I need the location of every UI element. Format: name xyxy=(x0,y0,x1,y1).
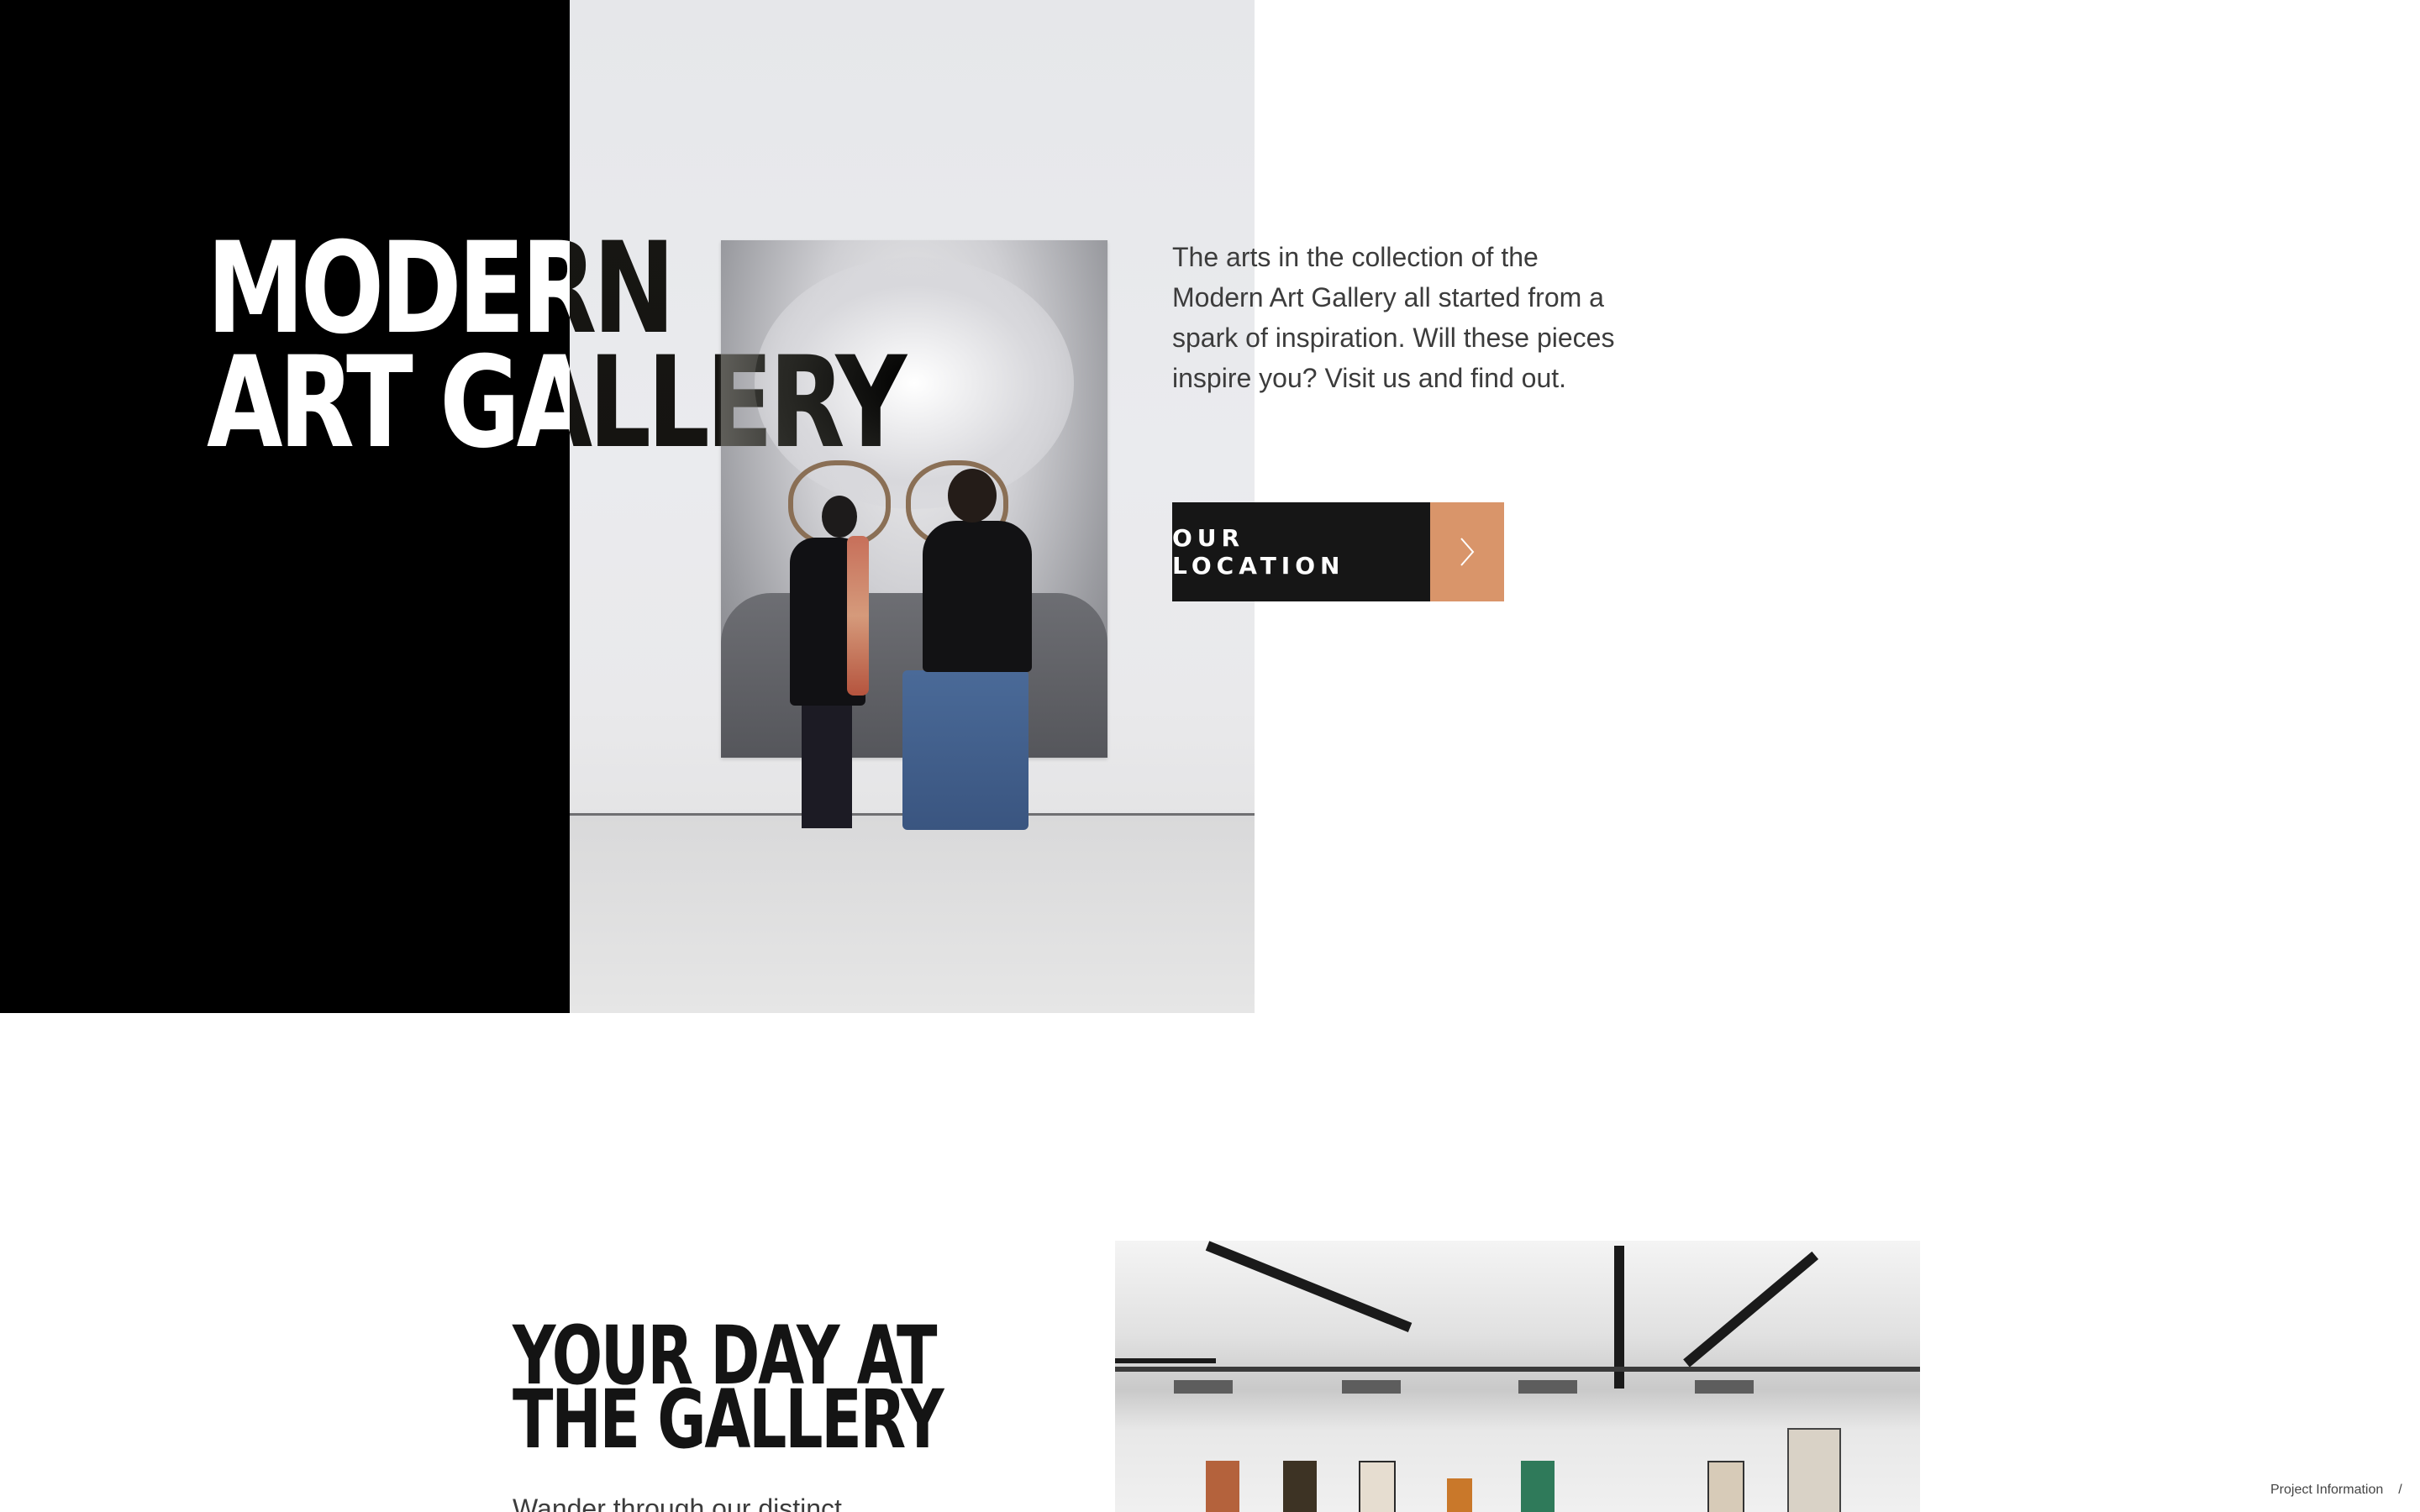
hero-description: The arts in the collection of the Modern… xyxy=(1172,242,1615,393)
section-title: YOUR DAY AT THE GALLERY xyxy=(513,1315,944,1460)
visitor-woman xyxy=(802,702,852,828)
artwork xyxy=(1707,1461,1744,1512)
artwork xyxy=(1787,1428,1841,1512)
slash-icon: / xyxy=(2398,1483,2402,1497)
section-title-line2: THE GALLERY xyxy=(513,1373,944,1467)
hero-title-line2: ART GALLERY xyxy=(207,330,907,476)
chevron-right-icon xyxy=(1430,502,1504,601)
artwork xyxy=(1283,1461,1317,1512)
hero-photo xyxy=(570,0,1255,1013)
project-information-label: Project Information xyxy=(2270,1483,2384,1497)
visitor-man xyxy=(902,670,1028,830)
artwork xyxy=(1447,1478,1472,1512)
our-location-label: OUR LOCATION xyxy=(1172,502,1430,601)
our-location-button[interactable]: OUR LOCATION xyxy=(1172,502,1504,601)
section-text: Wander through our distinct xyxy=(513,1494,842,1512)
page: MODERN ART GALLERY The arts in the colle… xyxy=(0,0,2420,1512)
project-information-button[interactable]: Project Information / xyxy=(2260,1475,2412,1505)
artwork xyxy=(1359,1461,1396,1512)
gallery-hall-photo xyxy=(1115,1241,1920,1512)
artwork xyxy=(1206,1461,1239,1512)
hero-black-panel xyxy=(0,0,570,1013)
hero-title: MODERN ART GALLERY xyxy=(207,226,907,466)
gallery-floor xyxy=(570,813,1255,1013)
artwork xyxy=(1521,1461,1555,1512)
